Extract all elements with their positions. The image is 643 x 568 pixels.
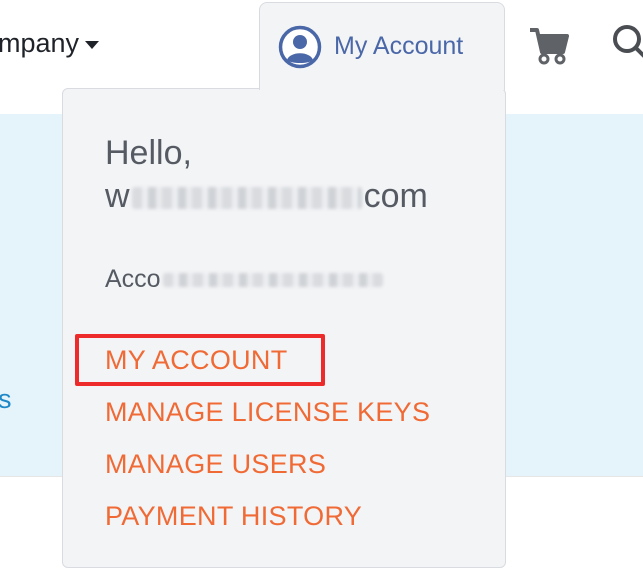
user-email: w com — [105, 176, 428, 216]
company-menu-label: mpany — [0, 28, 80, 58]
caret-down-icon — [85, 40, 100, 49]
redacted-email — [131, 187, 362, 210]
greeting-text: Hello, — [105, 134, 192, 172]
menu-item-payment-history[interactable]: PAYMENT HISTORY — [105, 501, 362, 532]
my-account-label: My Account — [334, 32, 464, 60]
company-menu[interactable]: mpany — [0, 28, 100, 59]
account-number-prefix: Acco — [105, 265, 161, 293]
account-dropdown: Hello, w com Acco MY ACCOUNT MANAGE LICEN… — [62, 88, 506, 568]
menu-item-manage-license-keys[interactable]: MANAGE LICENSE KEYS — [105, 397, 430, 428]
my-account-toggle[interactable]: My Account — [259, 2, 505, 90]
email-prefix: w — [105, 177, 130, 215]
highlight-box — [75, 334, 325, 386]
banner-link[interactable]: s — [0, 384, 12, 415]
email-suffix: com — [363, 177, 428, 215]
cart-icon[interactable] — [527, 24, 569, 66]
menu-item-manage-users[interactable]: MANAGE USERS — [105, 449, 326, 480]
search-icon[interactable] — [610, 22, 643, 62]
user-circle-icon — [278, 25, 322, 69]
account-number: Acco — [105, 265, 383, 294]
redacted-account-number — [162, 273, 383, 288]
